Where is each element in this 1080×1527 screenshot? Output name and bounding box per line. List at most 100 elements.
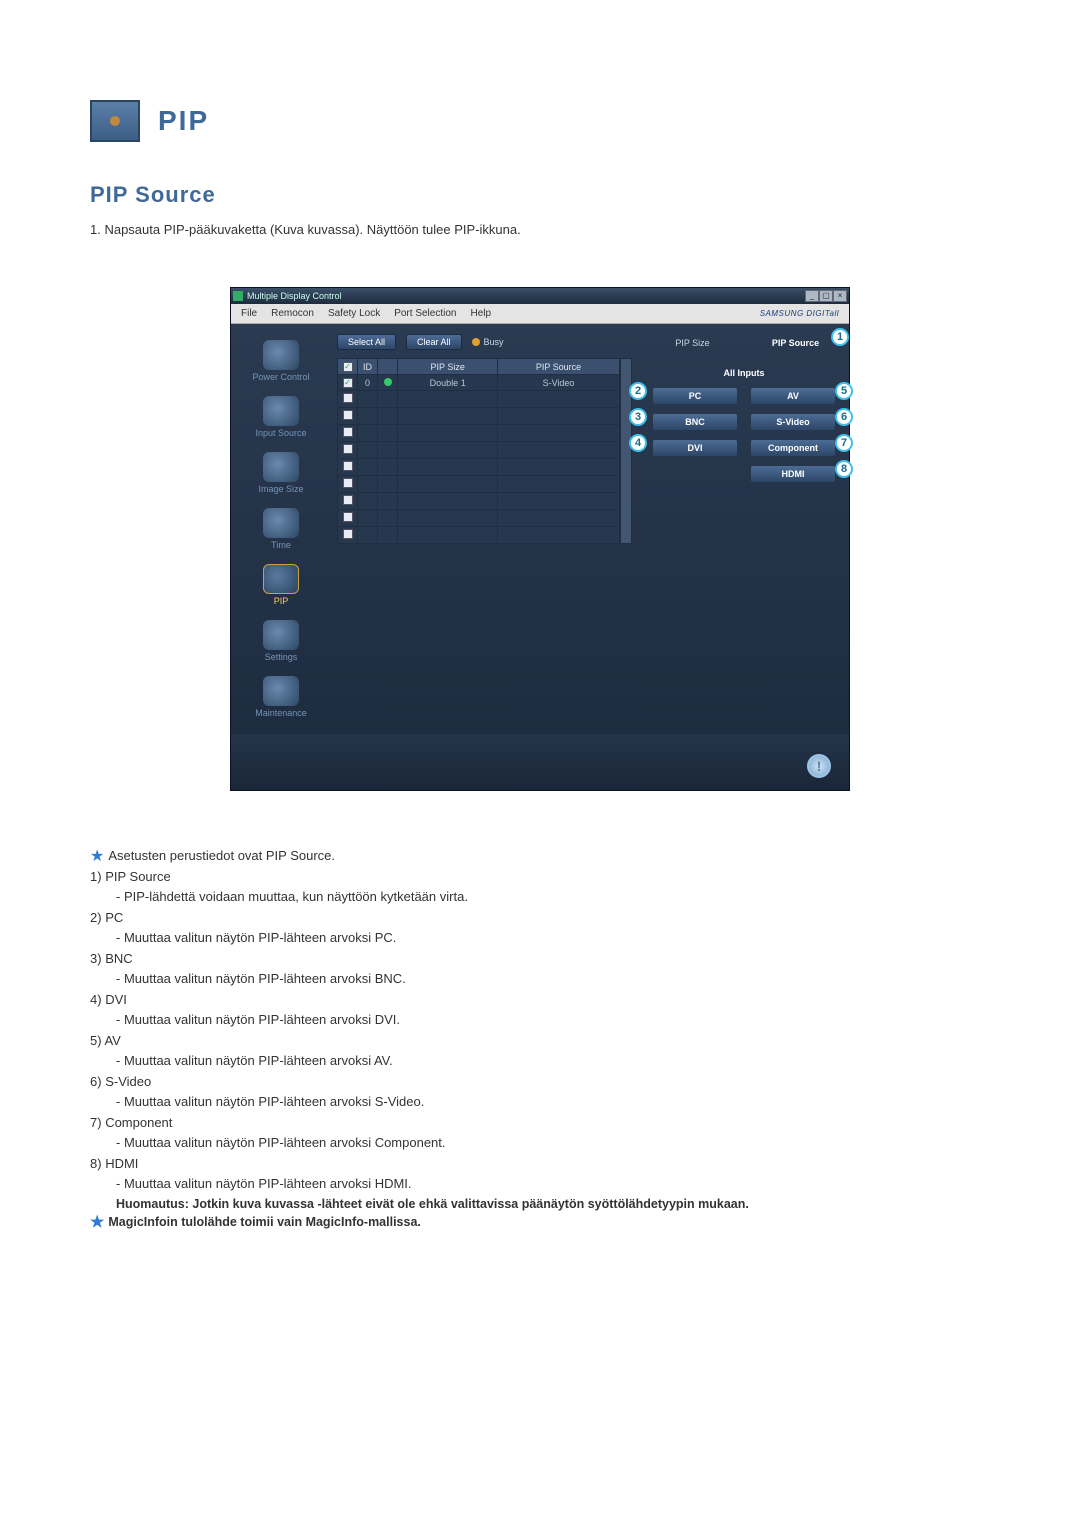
item-desc: - Muuttaa valitun näytön PIP-lähteen arv… <box>90 1133 990 1153</box>
tab-pip-size[interactable]: PIP Size <box>645 334 740 352</box>
callout-badge-1: 1 <box>831 328 849 346</box>
table-row[interactable] <box>338 510 620 527</box>
item-number: 2) <box>90 910 102 925</box>
callout-badge-7: 7 <box>835 434 853 452</box>
sidebar-item-label: Power Control <box>252 372 309 382</box>
sidebar-item-input[interactable]: Input Source <box>236 390 326 444</box>
row-checkbox[interactable] <box>343 410 353 420</box>
item-title: DVI <box>105 992 127 1007</box>
menu-safety-lock[interactable]: Safety Lock <box>328 308 380 319</box>
item-desc: - Muuttaa valitun näytön PIP-lähteen arv… <box>90 969 990 989</box>
item-desc: - Muuttaa valitun näytön PIP-lähteen arv… <box>90 1010 990 1030</box>
item-title: BNC <box>105 951 132 966</box>
item-title: HDMI <box>105 1156 138 1171</box>
sidebar-item-settings[interactable]: Settings <box>236 614 326 668</box>
minimize-button[interactable]: _ <box>805 290 819 302</box>
row-checkbox[interactable] <box>343 444 353 454</box>
col-pip-source: PIP Source <box>498 359 619 375</box>
tab-pip-source[interactable]: PIP Source <box>748 334 843 352</box>
sidebar-item-image[interactable]: Image Size <box>236 446 326 500</box>
table-row[interactable] <box>338 425 620 442</box>
table-row[interactable] <box>338 459 620 476</box>
time-icon <box>263 508 299 538</box>
magicinfo-note: MagicInfoin tulolähde toimii vain MagicI… <box>108 1215 421 1229</box>
busy-indicator: Busy <box>472 337 504 347</box>
item-title: PIP Source <box>105 869 171 884</box>
row-checkbox[interactable] <box>343 427 353 437</box>
row-checkbox[interactable] <box>343 529 353 539</box>
row-checkbox[interactable] <box>343 461 353 471</box>
sidebar-item-label: Time <box>271 540 291 550</box>
table-row[interactable] <box>338 408 620 425</box>
col-pip-size: PIP Size <box>398 359 498 375</box>
right-panel: PIP Size PIP Source All Inputs PC AV BNC… <box>639 324 849 734</box>
callout-badge-2: 2 <box>629 382 647 400</box>
cell-pip-size: Double 1 <box>398 375 498 391</box>
row-checkbox[interactable] <box>343 393 353 403</box>
desc-intro: Asetusten perustiedot ovat PIP Source. <box>108 848 335 863</box>
item-number: 3) <box>90 951 102 966</box>
callout-badge-4: 4 <box>629 434 647 452</box>
menu-help[interactable]: Help <box>470 308 491 319</box>
maintenance-icon <box>263 676 299 706</box>
input-bnc-button[interactable]: BNC <box>653 414 737 430</box>
item-title: AV <box>104 1033 120 1048</box>
item-number: 5) <box>90 1033 102 1048</box>
info-icon: ! <box>807 754 831 778</box>
row-checkbox[interactable] <box>343 478 353 488</box>
callout-badge-5: 5 <box>835 382 853 400</box>
header-checkbox-icon <box>343 362 353 372</box>
item-desc: - Muuttaa valitun näytön PIP-lähteen arv… <box>90 1092 990 1112</box>
table-row[interactable] <box>338 391 620 408</box>
item-desc: - Muuttaa valitun näytön PIP-lähteen arv… <box>90 1051 990 1071</box>
cell-id: 0 <box>358 375 378 391</box>
description-section: ★Asetusten perustiedot ovat PIP Source. … <box>90 846 990 1232</box>
clear-all-button[interactable]: Clear All <box>406 334 462 350</box>
sidebar-item-time[interactable]: Time <box>236 502 326 556</box>
input-source-icon <box>263 396 299 426</box>
sidebar-item-power[interactable]: Power Control <box>236 334 326 388</box>
item-number: 7) <box>90 1115 102 1130</box>
section-title: PIP Source <box>90 182 990 208</box>
table-row[interactable] <box>338 442 620 459</box>
maximize-button[interactable]: ▢ <box>819 290 833 302</box>
table-row[interactable] <box>338 493 620 510</box>
input-pc-button[interactable]: PC <box>653 388 737 404</box>
row-checkbox[interactable] <box>343 512 353 522</box>
callout-badge-6: 6 <box>835 408 853 426</box>
table-row[interactable] <box>338 476 620 493</box>
item-title: PC <box>105 910 123 925</box>
item-number: 1) <box>90 869 102 884</box>
power-icon <box>263 340 299 370</box>
sidebar-item-pip[interactable]: PIP <box>236 558 326 612</box>
input-component-button[interactable]: Component <box>751 440 835 456</box>
select-all-button[interactable]: Select All <box>337 334 396 350</box>
star-icon: ★ <box>90 848 104 865</box>
sidebar-item-maintenance[interactable]: Maintenance <box>236 670 326 724</box>
display-table: ID PIP Size PIP Source 0 Double 1 S-Vide… <box>337 358 620 544</box>
item-desc: - Muuttaa valitun näytön PIP-lähteen arv… <box>90 1174 990 1194</box>
table-row[interactable]: 0 Double 1 S-Video <box>338 375 620 391</box>
table-row[interactable] <box>338 527 620 544</box>
callout-badge-3: 3 <box>629 408 647 426</box>
input-dvi-button[interactable]: DVI <box>653 440 737 456</box>
input-svideo-button[interactable]: S-Video <box>751 414 835 430</box>
menu-port-selection[interactable]: Port Selection <box>394 308 456 319</box>
item-desc: - PIP-lähdettä voidaan muuttaa, kun näyt… <box>90 887 990 907</box>
menu-file[interactable]: File <box>241 308 257 319</box>
menu-remocon[interactable]: Remocon <box>271 308 314 319</box>
sidebar-item-label: PIP <box>274 596 289 606</box>
input-hdmi-button[interactable]: HDMI <box>751 466 835 482</box>
item-desc: - Muuttaa valitun näytön PIP-lähteen arv… <box>90 928 990 948</box>
sidebar-item-label: Input Source <box>255 428 306 438</box>
row-checkbox[interactable] <box>343 378 353 388</box>
input-av-button[interactable]: AV <box>751 388 835 404</box>
brand-label: SAMSUNG DIGITall <box>760 309 839 318</box>
settings-icon <box>263 620 299 650</box>
app-icon <box>233 291 243 301</box>
status-led-icon <box>384 378 392 386</box>
row-checkbox[interactable] <box>343 495 353 505</box>
item-title: S-Video <box>105 1074 151 1089</box>
sidebar-item-label: Maintenance <box>255 708 307 718</box>
close-button[interactable]: × <box>833 290 847 302</box>
